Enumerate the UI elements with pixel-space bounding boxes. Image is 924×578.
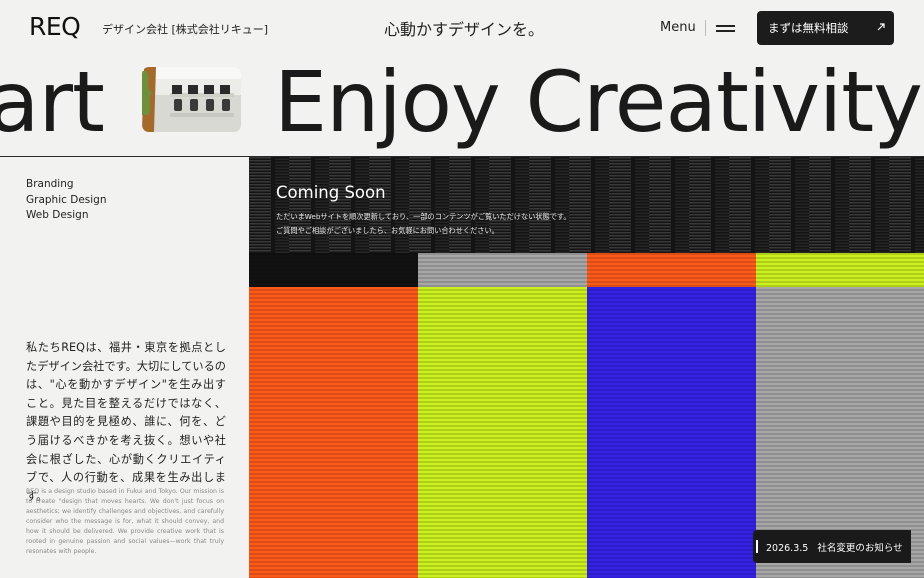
service-item-web-design: Web Design xyxy=(26,209,89,221)
service-item-graphic-design: Graphic Design xyxy=(26,193,107,206)
site-logo[interactable]: REQ xyxy=(29,12,81,41)
marquee-text-left: art xyxy=(0,56,105,151)
menu-button[interactable]: Menu xyxy=(660,20,696,35)
service-item-branding: Branding xyxy=(26,178,74,190)
news-date: 2026.3.5 xyxy=(766,543,809,554)
arrow-up-right-icon xyxy=(877,23,885,31)
hero-marquee: art Enjoy Creativity xyxy=(0,56,924,156)
coming-soon-title: Coming Soon xyxy=(276,183,386,202)
color-bars-visual: Coming Soon ただいまWebサイトを順次更新しており、一部のコンテンツ… xyxy=(249,157,924,578)
hamburger-icon[interactable] xyxy=(716,22,735,34)
cta-label: まずは無料相談 xyxy=(768,21,849,35)
site-tagline: 心動かすデザインを。 xyxy=(384,20,545,39)
coming-soon-line-1: ただいまWebサイトを順次更新しており、一部のコンテンツがご覧いただけない状態で… xyxy=(276,212,571,221)
free-consultation-button[interactable]: まずは無料相談 xyxy=(757,11,894,45)
site-header: REQ デザイン会社 [株式会社リキュー] 心動かすデザインを。 Menu まず… xyxy=(0,0,924,56)
company-name: デザイン会社 [株式会社リキュー] xyxy=(102,23,269,36)
marquee-text-right: Enjoy Creativity xyxy=(274,56,923,151)
menu-divider xyxy=(705,20,706,36)
news-title: 社名変更のお知らせ xyxy=(817,543,903,554)
intro-english: REQ is a design studio based in Fukui an… xyxy=(26,488,224,555)
news-text: 2026.3.5 社名変更のお知らせ xyxy=(766,540,903,554)
coming-soon-description: ただいまWebサイトを順次更新しており、一部のコンテンツがご覧いただけない状態で… xyxy=(276,210,571,238)
news-banner[interactable]: 2026.3.5 社名変更のお知らせ xyxy=(753,530,911,563)
coming-soon-line-2: ご質問やご相談がございましたら、お気軽にお問い合わせください。 xyxy=(276,226,499,235)
intro-japanese: 私たちREQは、福井・東京を拠点としたデザイン会社です。大切にしているのは、"心… xyxy=(26,341,226,503)
services-list: Branding Graphic Design Web Design xyxy=(26,177,107,224)
office-photo xyxy=(142,67,241,132)
news-indicator xyxy=(756,540,758,553)
